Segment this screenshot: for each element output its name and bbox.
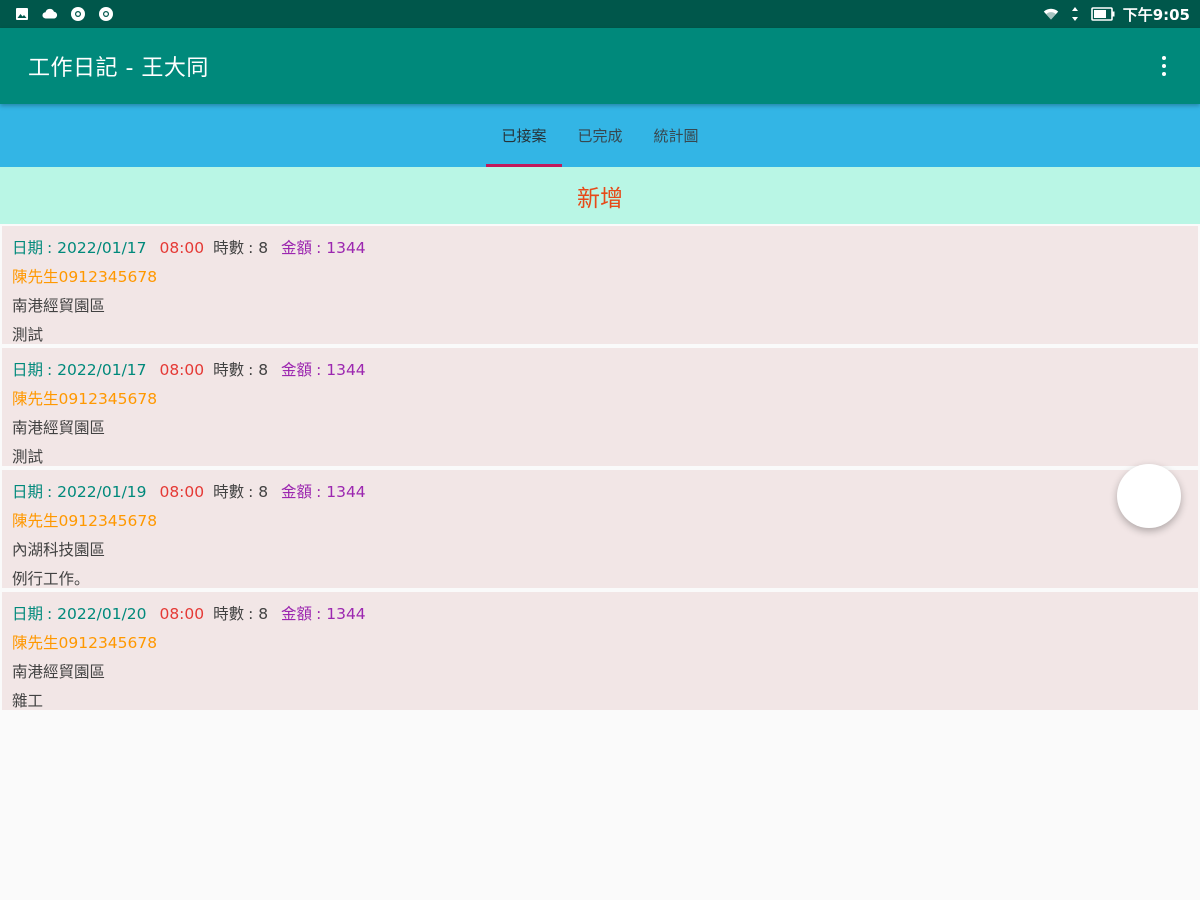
record-date: 2022/01/19 — [57, 483, 147, 501]
record-list: 日期: 2022/01/17 08:00 時數: 8 金額: 1344 陳先生0… — [0, 224, 1200, 710]
wifi-icon — [1043, 6, 1059, 22]
record-summary: 日期: 2022/01/19 08:00 時數: 8 金額: 1344 — [12, 483, 366, 501]
record-date: 2022/01/17 — [57, 239, 147, 257]
date-label: 日期 — [12, 361, 44, 379]
amount-label: 金額 — [281, 361, 313, 379]
tab-completed[interactable]: 已完成 — [562, 104, 638, 167]
record-amount: 1344 — [326, 239, 366, 257]
record-summary: 日期: 2022/01/20 08:00 時數: 8 金額: 1344 — [12, 605, 366, 623]
chrome-icon — [98, 6, 114, 22]
amount-label: 金額 — [281, 483, 313, 501]
record-contact: 陳先生0912345678 — [12, 268, 158, 286]
hours-label: 時數 — [213, 483, 245, 501]
hours-label: 時數 — [213, 361, 245, 379]
record-place: 南港經貿園區 — [12, 419, 106, 437]
list-item[interactable]: 日期: 2022/01/20 08:00 時數: 8 金額: 1344 陳先生0… — [2, 592, 1198, 710]
hours-label: 時數 — [213, 239, 245, 257]
record-hours: 8 — [258, 483, 269, 501]
record-place: 南港經貿園區 — [12, 297, 106, 315]
list-item[interactable]: 日期: 2022/01/17 08:00 時數: 8 金額: 1344 陳先生0… — [2, 348, 1198, 466]
battery-icon — [1090, 6, 1115, 22]
tab-accepted[interactable]: 已接案 — [486, 104, 562, 167]
record-note: 雜工 — [12, 692, 44, 710]
record-time: 08:00 — [159, 361, 205, 379]
record-summary: 日期: 2022/01/17 08:00 時數: 8 金額: 1344 — [12, 239, 366, 257]
status-bar: 下午9:05 — [0, 0, 1200, 28]
date-label: 日期 — [12, 239, 44, 257]
record-time: 08:00 — [159, 605, 205, 623]
tab-bar: 已接案 已完成 統計圖 — [0, 104, 1200, 167]
chrome-icon — [70, 6, 86, 22]
status-bar-notifications — [14, 6, 114, 22]
record-contact: 陳先生0912345678 — [12, 390, 158, 408]
record-summary: 日期: 2022/01/17 08:00 時數: 8 金額: 1344 — [12, 361, 366, 379]
hours-label: 時數 — [213, 605, 245, 623]
record-amount: 1344 — [326, 483, 366, 501]
image-icon — [14, 6, 30, 22]
more-vert-icon[interactable] — [1152, 51, 1176, 81]
record-note: 測試 — [12, 448, 44, 466]
record-hours: 8 — [258, 239, 269, 257]
amount-label: 金額 — [281, 239, 313, 257]
status-bar-system: 下午9:05 — [1043, 4, 1190, 25]
record-hours: 8 — [258, 605, 269, 623]
list-item[interactable]: 日期: 2022/01/17 08:00 時數: 8 金額: 1344 陳先生0… — [2, 226, 1198, 344]
list-item[interactable]: 日期: 2022/01/19 08:00 時數: 8 金額: 1344 陳先生0… — [2, 470, 1198, 588]
date-label: 日期 — [12, 605, 44, 623]
app-title: 工作日記 - 王大同 — [28, 56, 209, 81]
cloud-icon — [42, 6, 58, 22]
add-button-label: 新增 — [577, 185, 623, 212]
record-place: 南港經貿園區 — [12, 663, 106, 681]
record-note: 測試 — [12, 326, 44, 344]
record-amount: 1344 — [326, 605, 366, 623]
add-button[interactable]: 新增 — [0, 167, 1200, 224]
record-date: 2022/01/17 — [57, 361, 147, 379]
record-hours: 8 — [258, 361, 269, 379]
tab-label: 已完成 — [577, 127, 623, 145]
data-arrows-icon — [1067, 6, 1083, 22]
record-note: 例行工作。 — [12, 570, 90, 588]
record-date: 2022/01/20 — [57, 605, 147, 623]
status-time: 下午9:05 — [1122, 5, 1190, 24]
app-bar: 工作日記 - 王大同 — [0, 28, 1200, 104]
record-time: 08:00 — [159, 239, 205, 257]
tab-label: 統計圖 — [653, 127, 699, 145]
date-label: 日期 — [12, 483, 44, 501]
record-contact: 陳先生0912345678 — [12, 512, 158, 530]
tab-label: 已接案 — [501, 127, 547, 145]
record-amount: 1344 — [326, 361, 366, 379]
record-contact: 陳先生0912345678 — [12, 634, 158, 652]
tab-statistics[interactable]: 統計圖 — [638, 104, 714, 167]
record-time: 08:00 — [159, 483, 205, 501]
amount-label: 金額 — [281, 605, 313, 623]
record-place: 內湖科技園區 — [12, 541, 106, 559]
floating-action-button[interactable] — [1117, 464, 1181, 528]
